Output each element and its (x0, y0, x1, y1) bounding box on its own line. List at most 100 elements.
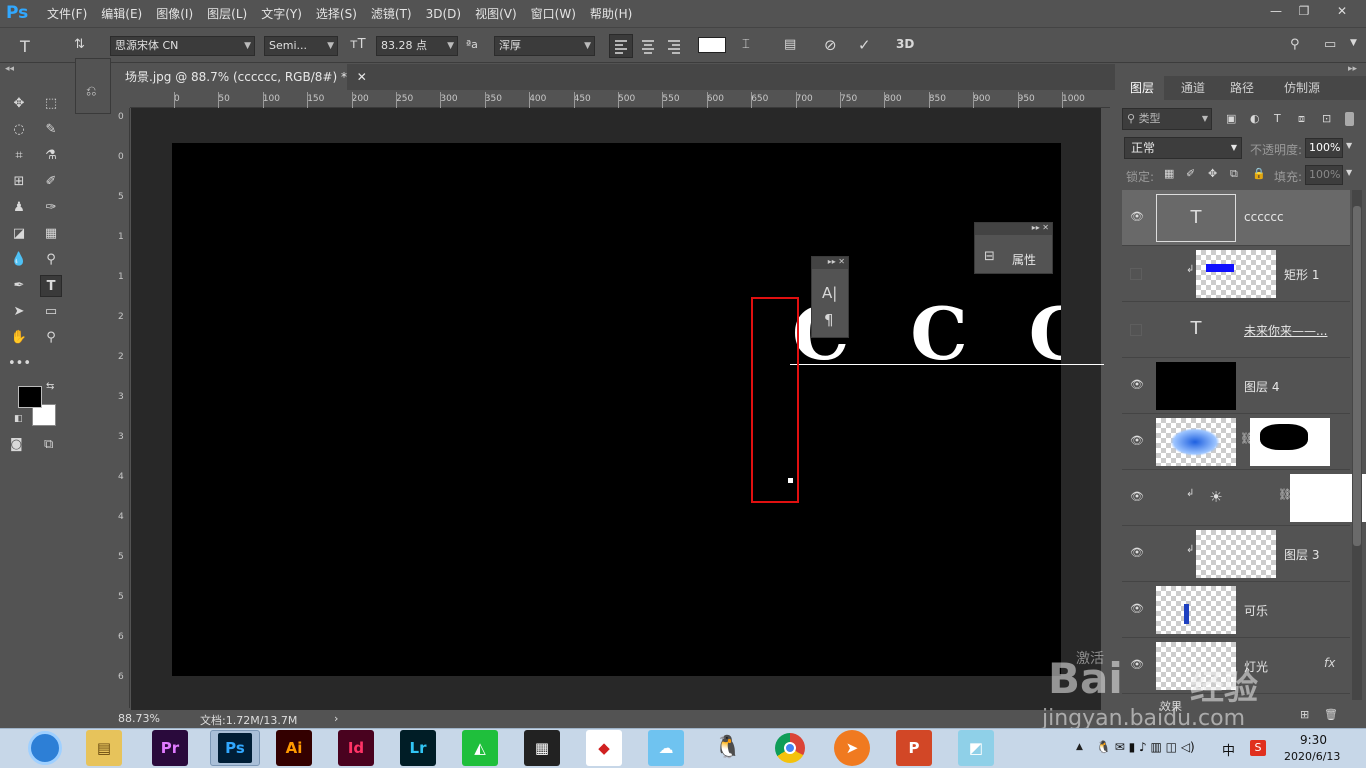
eraser-tool-icon[interactable]: ◪ (8, 223, 30, 245)
3d-icon[interactable]: 3D (896, 37, 914, 51)
quick-select-tool-icon[interactable]: ✎ (40, 119, 62, 141)
workspace-icon[interactable]: ▭ (1324, 37, 1336, 52)
layer-name[interactable]: 可乐 (1244, 602, 1268, 619)
paragraph-panel-icon[interactable]: ¶ (824, 311, 834, 329)
filter-smart-icon[interactable]: ⊡ (1322, 112, 1331, 125)
quick-mask-icon[interactable]: ◙ (10, 437, 23, 452)
eyedropper-tool-icon[interactable]: ⚗ (40, 145, 62, 167)
notes-app-icon[interactable]: ◩ (958, 730, 994, 766)
stamp-tool-icon[interactable]: ♟ (8, 197, 30, 219)
fill-input[interactable]: 100% (1305, 165, 1343, 185)
tab-0[interactable]: 图层 (1120, 76, 1164, 100)
cartoon-app-icon[interactable]: ☁ (648, 730, 684, 766)
colorful-app-icon[interactable]: ◆ (586, 730, 622, 766)
character-panel-icon[interactable]: A| (822, 284, 837, 302)
lock-all-icon[interactable]: 🔒 (1252, 167, 1266, 180)
menu-item[interactable]: 编辑(E) (94, 0, 149, 28)
zoom-tool-icon[interactable]: ⚲ (40, 327, 62, 349)
restore-icon[interactable]: ❐ (1292, 2, 1316, 20)
align-left-button[interactable] (609, 34, 633, 58)
layer-row[interactable]: 👁 图层 4 (1122, 358, 1350, 414)
eye-icon[interactable]: 👁 (1130, 210, 1144, 224)
menu-item[interactable]: 3D(D) (419, 0, 468, 28)
gradient-tool-icon[interactable]: ▦ (40, 223, 62, 245)
toolbar-collapse-icon[interactable]: ◂◂ (5, 64, 14, 74)
eye-icon[interactable]: 👁 (1130, 434, 1144, 448)
lock-transparent-icon[interactable]: ▦ (1164, 167, 1174, 180)
text-handle[interactable] (788, 478, 793, 483)
menu-item[interactable]: 选择(S) (309, 0, 364, 28)
layer-name[interactable]: 未来你来——... (1244, 322, 1327, 339)
premiere-app-icon[interactable]: Pr (152, 730, 188, 766)
text-color-swatch[interactable] (698, 37, 726, 53)
menu-item[interactable]: 窗口(W) (524, 0, 583, 28)
indesign-app-icon[interactable]: Id (338, 730, 374, 766)
layer-name[interactable]: 图层 4 (1244, 378, 1279, 395)
qq-app-icon[interactable]: 🐧 (710, 730, 746, 766)
tray-expand-icon[interactable]: ▲ (1076, 742, 1083, 752)
layer-filter-select[interactable]: ⚲ 类型 ▼ (1122, 108, 1212, 130)
tab-2[interactable]: 路径 (1222, 76, 1262, 100)
filter-pixel-icon[interactable]: ▣ (1226, 112, 1236, 125)
warp-text-icon[interactable]: ⌶ (742, 37, 750, 52)
workspace-chevron-icon[interactable]: ▼ (1350, 38, 1357, 48)
commit-edit-icon[interactable]: ✓ (858, 36, 871, 54)
lock-position-icon[interactable]: ✥ (1208, 167, 1217, 180)
close-tab-icon[interactable]: ✕ (357, 70, 367, 84)
tab-1[interactable]: 通道 (1172, 76, 1214, 100)
lightroom-app-icon[interactable]: Lr (400, 730, 436, 766)
filter-text-icon[interactable]: T (1274, 112, 1281, 125)
font-family-select[interactable]: 思源宋体 CN ▼ (110, 36, 255, 56)
properties-label[interactable]: 属性 (1012, 251, 1036, 268)
document-size[interactable]: 文档:1.72M/13.7M (200, 712, 297, 728)
green-app-icon[interactable]: ◭ (462, 730, 498, 766)
clock-date[interactable]: 2020/6/13 (1284, 750, 1340, 763)
toggle-orientation-icon[interactable]: ⇅ (74, 37, 85, 52)
delete-layer-icon[interactable]: 🗑 (1324, 708, 1338, 721)
illustrator-app-icon[interactable]: Ai (276, 730, 312, 766)
eye-icon[interactable]: 👁 (1130, 546, 1144, 560)
layer-name[interactable]: 图层 3 (1284, 546, 1319, 563)
rectangle-tool-icon[interactable]: ▭ (40, 301, 62, 323)
fill-chevron-icon[interactable]: ▼ (1346, 168, 1352, 177)
swap-colors-icon[interactable]: ⇆ (46, 381, 54, 392)
layer-thumbnail[interactable] (1196, 530, 1276, 578)
menu-item[interactable]: 图层(L) (200, 0, 254, 28)
fx-icon[interactable]: fx (1324, 656, 1335, 670)
dodge-tool-icon[interactable]: ⚲ (40, 249, 62, 271)
menu-item[interactable]: 帮助(H) (583, 0, 639, 28)
mini-panel-header[interactable]: ▸▸ ✕ (812, 257, 848, 269)
layer-row[interactable]: T 未来你来——... (1122, 302, 1350, 358)
panels-toggle-icon[interactable]: ▤ (784, 37, 796, 52)
menu-item[interactable]: 图像(I) (149, 0, 200, 28)
healing-tool-icon[interactable]: ⊞ (8, 171, 30, 193)
search-icon[interactable]: ⚲ (1290, 37, 1300, 52)
clock-time[interactable]: 9:30 (1300, 733, 1327, 747)
marquee-tool-icon[interactable]: ⬚ (40, 93, 62, 115)
font-style-select[interactable]: Semi... ▼ (264, 36, 338, 56)
screen-mode-icon[interactable]: ⧉ (44, 437, 53, 452)
eye-hidden-icon[interactable] (1130, 268, 1142, 280)
layer-thumbnail[interactable] (1156, 362, 1236, 410)
brightness-adjust-icon[interactable]: ☀ (1196, 474, 1236, 522)
eye-icon[interactable]: 👁 (1130, 378, 1144, 392)
video-app-icon[interactable]: ▦ (524, 730, 560, 766)
menu-item[interactable]: 滤镜(T) (364, 0, 419, 28)
properties-icon[interactable]: ⊟ (984, 249, 995, 264)
anti-alias-select[interactable]: 浑厚 ▼ (494, 36, 595, 56)
path-select-tool-icon[interactable]: ➤ (8, 301, 30, 323)
font-size-select[interactable]: 83.28 点 ▼ (376, 36, 458, 56)
powerpoint-app-icon[interactable]: P (896, 730, 932, 766)
more-tools-icon[interactable]: ••• (8, 353, 31, 375)
layer-name[interactable]: cccccc (1244, 210, 1284, 224)
opacity-input[interactable]: 100% (1305, 138, 1343, 158)
eye-icon[interactable]: 👁 (1130, 602, 1144, 616)
foreground-color-swatch[interactable] (18, 386, 42, 408)
lock-pixels-icon[interactable]: ✐ (1186, 167, 1195, 180)
photoshop-app-icon[interactable]: Ps (210, 730, 260, 766)
ruler-origin[interactable] (114, 92, 130, 108)
layer-row[interactable]: ↲ 矩形 1 (1122, 246, 1350, 302)
eye-hidden-icon[interactable] (1130, 324, 1142, 336)
ime-indicator[interactable]: 中 (1222, 740, 1235, 759)
type-tool-icon[interactable]: T (40, 275, 62, 297)
